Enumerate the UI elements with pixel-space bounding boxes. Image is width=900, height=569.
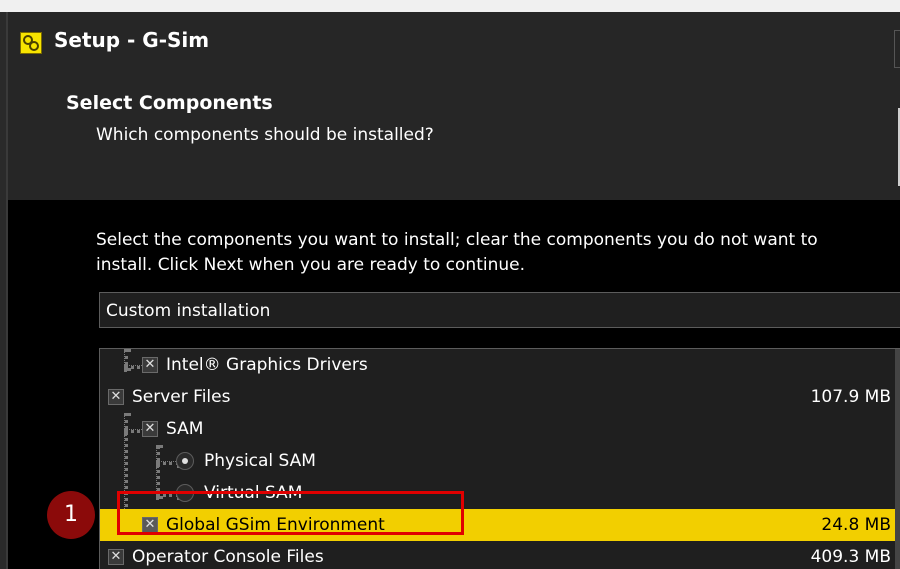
instructions-line-1: Select the components you want to instal… [96, 230, 818, 250]
background-window-strip [0, 0, 900, 12]
wizard-header: Select Components Which components shoul… [8, 68, 900, 200]
component-row-physical-sam[interactable]: Physical SAM [100, 445, 897, 477]
checkbox-checked-icon[interactable]: ✕ [142, 357, 158, 373]
page-title: Select Components [66, 92, 273, 114]
component-size: 24.8 MB [821, 515, 891, 535]
component-size: 107.9 MB [810, 387, 891, 407]
component-label: SAM [166, 419, 204, 439]
component-row-server-files[interactable]: ✕ Server Files 107.9 MB [100, 381, 897, 413]
installation-type-value: Custom installation [106, 301, 271, 321]
tree-scrollbar[interactable] [895, 349, 900, 569]
title-bar-button[interactable] [894, 30, 900, 68]
callout-number-badge: 1 [47, 491, 95, 539]
checkbox-checked-icon[interactable]: ✕ [108, 549, 124, 565]
component-label: Server Files [132, 387, 231, 407]
component-size: 409.3 MB [810, 547, 891, 567]
callout-highlight-box [117, 491, 464, 535]
instructions-line-2: install. Click Next when you are ready t… [96, 255, 526, 275]
checkbox-checked-icon[interactable]: ✕ [108, 389, 124, 405]
gears-icon [20, 32, 42, 54]
component-label: Operator Console Files [132, 547, 324, 567]
page-subtitle: Which components should be installed? [96, 125, 434, 145]
installation-type-dropdown[interactable]: Custom installation [99, 292, 900, 328]
window-title: Setup - G-Sim [54, 28, 210, 52]
instructions-text: Select the components you want to instal… [96, 228, 900, 278]
title-bar: Setup - G-Sim [8, 12, 900, 68]
radio-dot [182, 458, 188, 464]
component-row-operator-console-files[interactable]: ✕ Operator Console Files 409.3 MB [100, 541, 897, 569]
checkbox-checked-icon[interactable]: ✕ [142, 421, 158, 437]
components-tree[interactable]: ✕ Intel® Graphics Drivers ✕ Server Files… [99, 348, 900, 569]
radio-selected-icon[interactable] [176, 452, 194, 470]
setup-window: Setup - G-Sim Select Components Which co… [6, 12, 900, 569]
component-row-sam[interactable]: ✕ SAM [100, 413, 897, 445]
component-row-intel-graphics-drivers[interactable]: ✕ Intel® Graphics Drivers [100, 349, 897, 381]
component-label: Intel® Graphics Drivers [166, 355, 368, 375]
component-label: Physical SAM [204, 451, 316, 471]
